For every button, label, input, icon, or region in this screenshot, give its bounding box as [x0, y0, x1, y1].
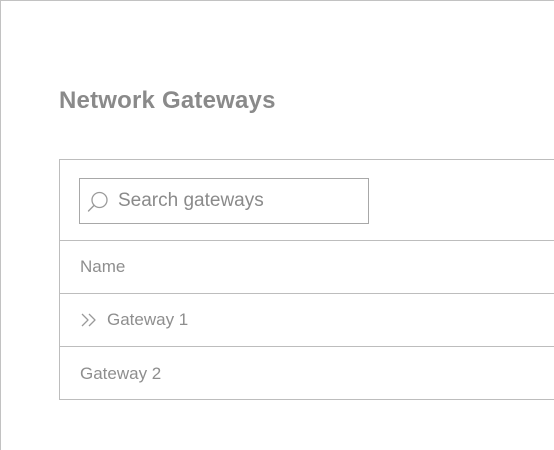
- table-toolbar: [60, 160, 554, 241]
- page-container: Network Gateways Name Gateway 1 Gateway …: [0, 0, 554, 450]
- column-header-name[interactable]: Name: [60, 241, 554, 294]
- gateways-table: Name Gateway 1 Gateway 2: [59, 159, 554, 400]
- chevron-double-right-icon[interactable]: [80, 312, 100, 328]
- table-row[interactable]: Gateway 2: [60, 347, 554, 400]
- gateway-name: Gateway 1: [107, 310, 189, 329]
- page-title: Network Gateways: [59, 87, 276, 114]
- table-row[interactable]: Gateway 1: [60, 294, 554, 347]
- search-input[interactable]: [118, 179, 358, 223]
- search-icon: [87, 191, 108, 212]
- search-box[interactable]: [79, 178, 369, 224]
- column-header-label: Name: [80, 257, 126, 276]
- gateway-name: Gateway 2: [80, 363, 162, 383]
